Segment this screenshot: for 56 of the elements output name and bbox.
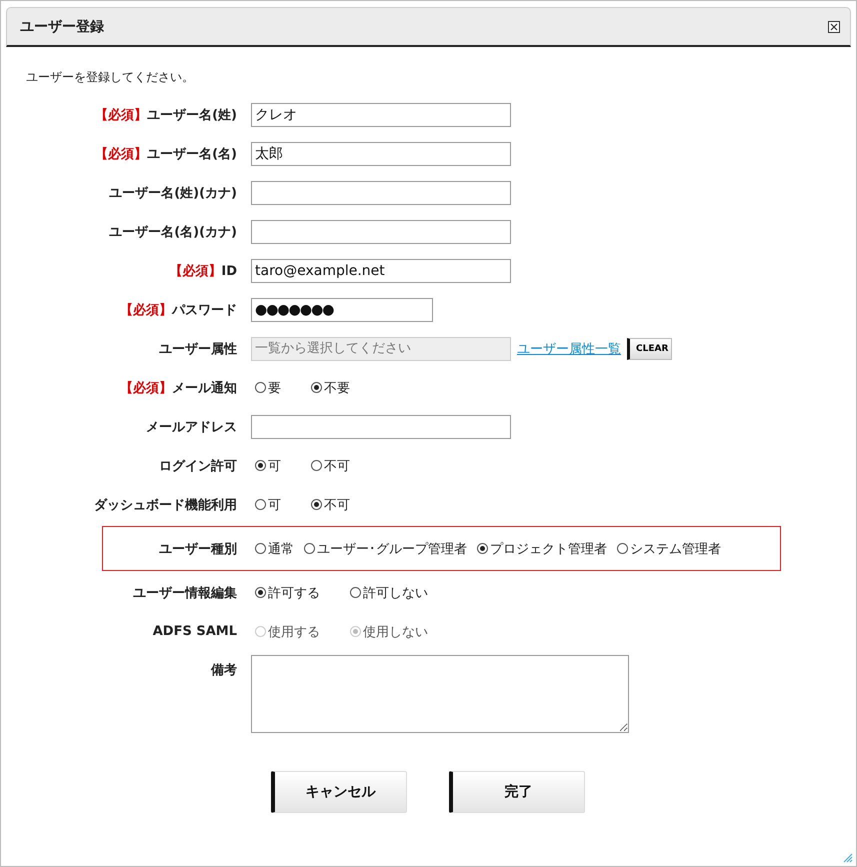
field-label: 備考 xyxy=(210,662,238,679)
radio-option[interactable]: 可 xyxy=(251,496,281,514)
field-label: ログイン許可 xyxy=(158,458,238,474)
radio-button[interactable] xyxy=(304,543,315,554)
select-field[interactable]: 一覧から選択してください xyxy=(251,336,511,360)
radio-button[interactable] xyxy=(255,499,266,510)
field-label: 【必須】ユーザー名(姓) xyxy=(94,106,238,124)
field-label: ユーザー名(名)(カナ) xyxy=(108,224,238,240)
radio-option[interactable]: 通常 xyxy=(251,540,294,558)
radio-option[interactable]: 可 xyxy=(251,456,281,474)
radio-option[interactable]: 要 xyxy=(251,378,281,396)
resize-grip-icon[interactable] xyxy=(843,853,853,863)
radio-button[interactable] xyxy=(255,460,266,471)
field-label: ユーザー種別 xyxy=(158,540,238,558)
radio-button[interactable] xyxy=(311,499,322,510)
text-field[interactable]: taro@example.net xyxy=(251,258,511,282)
field-label: 【必須】パスワード xyxy=(119,302,238,318)
field-label: ADFS SAML xyxy=(152,624,238,639)
radio-button[interactable] xyxy=(255,382,266,393)
text-field[interactable] xyxy=(251,220,511,244)
radio-option[interactable]: システム管理者 xyxy=(613,540,721,558)
field-label: ダッシュボード機能利用 xyxy=(93,496,238,514)
text-field[interactable] xyxy=(251,414,511,438)
radio-option[interactable]: ユーザー･グループ管理者 xyxy=(300,540,467,558)
list-link[interactable]: ユーザー属性一覧 xyxy=(517,340,621,358)
radio-button[interactable] xyxy=(350,587,361,598)
text-field[interactable]: クレオ xyxy=(251,102,511,126)
radio-button[interactable] xyxy=(477,543,488,554)
close-icon[interactable] xyxy=(828,20,840,32)
text-field[interactable] xyxy=(251,180,511,204)
field-label: ユーザー情報編集 xyxy=(132,584,238,602)
radio-button[interactable] xyxy=(617,543,628,554)
field-label: 【必須】ユーザー名(名) xyxy=(94,146,238,162)
radio-option[interactable]: 許可する xyxy=(251,584,320,602)
radio-button[interactable] xyxy=(255,543,266,554)
radio-option[interactable]: プロジェクト管理者 xyxy=(473,540,607,558)
field-label: ユーザー名(姓)(カナ) xyxy=(108,184,238,202)
window-title: ユーザー登録 xyxy=(20,18,104,36)
clear-button[interactable]: CLEAR xyxy=(627,338,672,360)
description: ユーザーを登録してください。 xyxy=(26,69,195,86)
dialog-button[interactable]: キャンセル xyxy=(271,771,407,813)
radio-option[interactable]: 不要 xyxy=(307,378,350,396)
radio-option[interactable]: 許可しない xyxy=(346,584,428,602)
radio-option[interactable]: 不可 xyxy=(307,456,350,474)
password-field[interactable]: ●●●●●●● xyxy=(251,298,433,322)
radio-button[interactable] xyxy=(311,460,322,471)
radio-option[interactable]: 不可 xyxy=(307,496,350,514)
dialog-button[interactable]: 完了 xyxy=(449,771,585,813)
radio-button[interactable] xyxy=(311,382,322,393)
text-field[interactable]: 太郎 xyxy=(251,142,511,166)
field-label: 【必須】ID xyxy=(168,262,238,280)
field-label: ユーザー属性 xyxy=(158,340,238,358)
radio-button[interactable] xyxy=(255,587,266,598)
field-label: 【必須】メール通知 xyxy=(119,380,238,396)
field-label: メールアドレス xyxy=(145,418,238,436)
remarks-field[interactable] xyxy=(251,655,629,733)
